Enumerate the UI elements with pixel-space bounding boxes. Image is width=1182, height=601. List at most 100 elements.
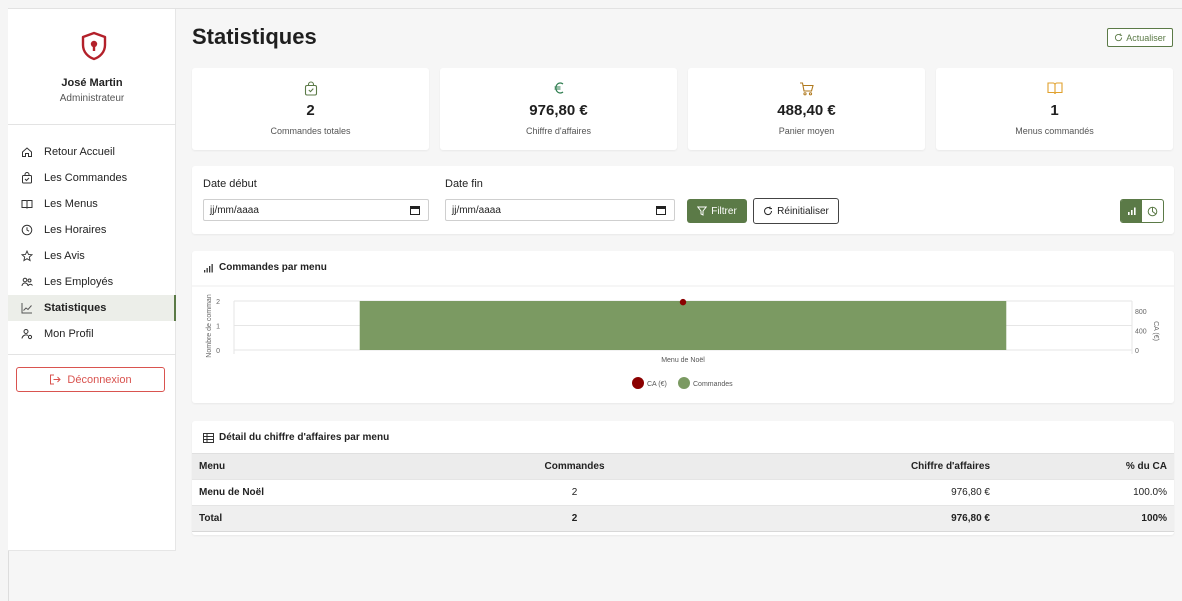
table-icon bbox=[203, 432, 214, 443]
cell-revenue: 976,80 € bbox=[677, 479, 997, 506]
end-date-input[interactable]: jj/mm/aaaa bbox=[445, 199, 675, 221]
end-date-value: jj/mm/aaaa bbox=[452, 204, 501, 216]
pie-chart-icon bbox=[1147, 206, 1158, 216]
y-axis-label: Nombre de comman bbox=[206, 294, 213, 358]
revenue-table: Menu Commandes Chiffre d'affaires % du C… bbox=[192, 453, 1174, 532]
column-header-orders[interactable]: Commandes bbox=[472, 453, 677, 480]
sidebar-item-horaires[interactable]: Les Horaires bbox=[8, 217, 176, 243]
reset-button[interactable]: Réinitialiser bbox=[753, 198, 839, 224]
sidebar-item-label: Statistiques bbox=[44, 302, 107, 314]
stat-value: 2 bbox=[306, 102, 315, 119]
cart-icon bbox=[800, 82, 814, 96]
funnel-icon bbox=[697, 206, 708, 216]
divider bbox=[8, 354, 176, 355]
home-icon bbox=[20, 145, 34, 159]
chart-type-toggle bbox=[1120, 199, 1164, 223]
sidebar-item-statistiques[interactable]: Statistiques bbox=[8, 295, 176, 321]
x-tick-label: Menu de Noël bbox=[661, 357, 705, 364]
shield-lock-icon bbox=[81, 31, 107, 61]
sidebar-item-commandes[interactable]: Les Commandes bbox=[8, 165, 176, 191]
sidebar-item-label: Les Employés bbox=[44, 276, 114, 288]
book-icon bbox=[20, 197, 34, 211]
stat-label: Commandes totales bbox=[270, 126, 351, 136]
legend-swatch bbox=[632, 377, 644, 389]
refresh-label: Actualiser bbox=[1126, 32, 1166, 43]
refresh-icon bbox=[763, 206, 773, 216]
stat-value: 1 bbox=[1050, 102, 1059, 119]
legend-label: CA (€) bbox=[647, 381, 667, 388]
stat-value: 976,80 € bbox=[529, 102, 588, 119]
cell-share: 100.0% bbox=[997, 479, 1174, 506]
logout-label: Déconnexion bbox=[67, 373, 132, 386]
legend-swatch bbox=[678, 377, 690, 389]
refresh-button[interactable]: Actualiser bbox=[1107, 28, 1173, 47]
orders-per-menu-chart: 2 1 0 800 400 0 Menu de Noël Nombre de comman CA… bbox=[192, 285, 1174, 389]
y-tick-label: 2 bbox=[216, 299, 220, 306]
sidebar: José Martin Administrateur Retour Accuei… bbox=[8, 9, 176, 551]
table-title: Détail du chiffre d'affaires par menu bbox=[219, 432, 390, 443]
pie-chart-toggle[interactable] bbox=[1142, 200, 1163, 222]
sidebar-nav: Retour Accueil Les Commandes Les Menus L… bbox=[8, 139, 176, 347]
table-card-header: Détail du chiffre d'affaires par menu bbox=[203, 432, 389, 443]
cell-total-revenue: 976,80 € bbox=[677, 505, 997, 532]
divider bbox=[8, 124, 176, 125]
table-total-row: Total 2 976,80 € 100% bbox=[192, 505, 1174, 532]
sidebar-item-profil[interactable]: Mon Profil bbox=[8, 321, 176, 347]
sidebar-item-label: Les Menus bbox=[44, 198, 98, 210]
sidebar-item-retour-accueil[interactable]: Retour Accueil bbox=[8, 139, 176, 165]
y2-tick-label: 400 bbox=[1135, 328, 1147, 335]
user-name: José Martin bbox=[61, 77, 123, 89]
end-date-label: Date fin bbox=[445, 178, 483, 190]
logout-button[interactable]: Déconnexion bbox=[16, 367, 165, 392]
start-date-label: Date début bbox=[203, 178, 257, 190]
stat-label: Menus commandés bbox=[1015, 126, 1094, 136]
stat-value: 488,40 € bbox=[777, 102, 836, 119]
clock-icon bbox=[20, 223, 34, 237]
users-icon bbox=[20, 275, 34, 289]
logout-icon bbox=[49, 374, 62, 385]
shopping-bag-icon bbox=[304, 81, 317, 96]
y-tick-label: 1 bbox=[216, 324, 220, 331]
shopping-bag-icon bbox=[20, 171, 34, 185]
sidebar-item-label: Les Commandes bbox=[44, 172, 128, 184]
start-date-value: jj/mm/aaaa bbox=[210, 204, 259, 216]
chart-line-icon bbox=[20, 301, 34, 315]
bar-chart-icon bbox=[1127, 207, 1136, 215]
refresh-icon bbox=[1114, 33, 1123, 42]
sidebar-item-label: Mon Profil bbox=[44, 328, 94, 340]
y2-axis-label: CA (€) bbox=[1152, 321, 1159, 341]
sidebar-item-employes[interactable]: Les Employés bbox=[8, 269, 176, 295]
cell-total-label: Total bbox=[192, 505, 472, 532]
bar-chart-toggle[interactable] bbox=[1121, 200, 1142, 222]
y2-tick-label: 0 bbox=[1135, 348, 1139, 355]
bar-commandes bbox=[359, 301, 1007, 350]
euro-icon bbox=[554, 82, 563, 94]
star-icon bbox=[20, 249, 34, 263]
filter-label: Filtrer bbox=[711, 205, 737, 217]
sidebar-item-menus[interactable]: Les Menus bbox=[8, 191, 176, 217]
column-header-share[interactable]: % du CA bbox=[997, 453, 1174, 480]
reset-label: Réinitialiser bbox=[777, 205, 829, 217]
sidebar-item-label: Retour Accueil bbox=[44, 146, 115, 158]
legend-label: Commandes bbox=[693, 381, 733, 388]
chart-card: Commandes par menu 2 1 0 800 400 0 Menu de Noë… bbox=[192, 251, 1174, 403]
column-header-revenue[interactable]: Chiffre d'affaires bbox=[677, 453, 997, 480]
column-header-menu[interactable]: Menu bbox=[192, 453, 472, 480]
sidebar-item-label: Les Avis bbox=[44, 250, 85, 262]
sidebar-item-avis[interactable]: Les Avis bbox=[8, 243, 176, 269]
stat-card-revenue: 976,80 € Chiffre d'affaires bbox=[440, 68, 677, 150]
calendar-icon[interactable] bbox=[656, 205, 666, 215]
y-tick-label: 0 bbox=[216, 348, 220, 355]
user-role: Administrateur bbox=[59, 93, 125, 104]
calendar-icon[interactable] bbox=[410, 205, 420, 215]
cell-orders: 2 bbox=[472, 479, 677, 506]
cell-total-share: 100% bbox=[997, 505, 1174, 532]
point-ca bbox=[679, 298, 687, 306]
start-date-input[interactable]: jj/mm/aaaa bbox=[203, 199, 429, 221]
sidebar-item-label: Les Horaires bbox=[44, 224, 107, 236]
stat-card-orders: 2 Commandes totales bbox=[192, 68, 429, 150]
cell-menu: Menu de Noël bbox=[192, 479, 472, 506]
table-header-row: Menu Commandes Chiffre d'affaires % du C… bbox=[192, 453, 1174, 480]
filter-button[interactable]: Filtrer bbox=[687, 199, 747, 223]
user-gear-icon bbox=[20, 327, 34, 341]
